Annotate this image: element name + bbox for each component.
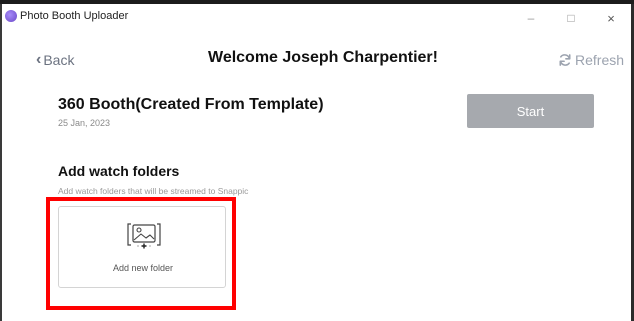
back-label: Back bbox=[43, 52, 75, 68]
refresh-button[interactable]: Refresh bbox=[558, 52, 624, 68]
minimize-button[interactable]: – bbox=[511, 4, 551, 32]
watch-folders-heading: Add watch folders bbox=[58, 163, 180, 179]
chevron-left-icon: ‹ bbox=[36, 51, 42, 68]
start-button[interactable]: Start bbox=[467, 94, 594, 128]
booth-name: 360 Booth(Created From Template) bbox=[58, 96, 324, 113]
screenshot: Photo Booth Uploader – □ × ‹ Back Welcom… bbox=[0, 0, 634, 321]
refresh-label: Refresh bbox=[575, 52, 625, 68]
watch-folders-description: Add watch folders that will be streamed … bbox=[58, 186, 249, 196]
highlight-box bbox=[46, 197, 236, 310]
window-controls: – □ × bbox=[511, 4, 631, 32]
window-title: Photo Booth Uploader bbox=[20, 10, 129, 22]
back-button[interactable]: ‹ Back bbox=[36, 51, 75, 69]
close-button[interactable]: × bbox=[591, 4, 631, 32]
maximize-button[interactable]: □ bbox=[551, 4, 591, 32]
welcome-heading: Welcome Joseph Charpentier! bbox=[208, 49, 438, 66]
photo-booth-app-icon bbox=[5, 10, 17, 22]
title-bar: Photo Booth Uploader – □ × bbox=[2, 4, 631, 32]
app-window: Photo Booth Uploader – □ × ‹ Back Welcom… bbox=[2, 4, 631, 321]
refresh-icon bbox=[558, 53, 572, 67]
booth-date: 25 Jan, 2023 bbox=[58, 118, 111, 128]
